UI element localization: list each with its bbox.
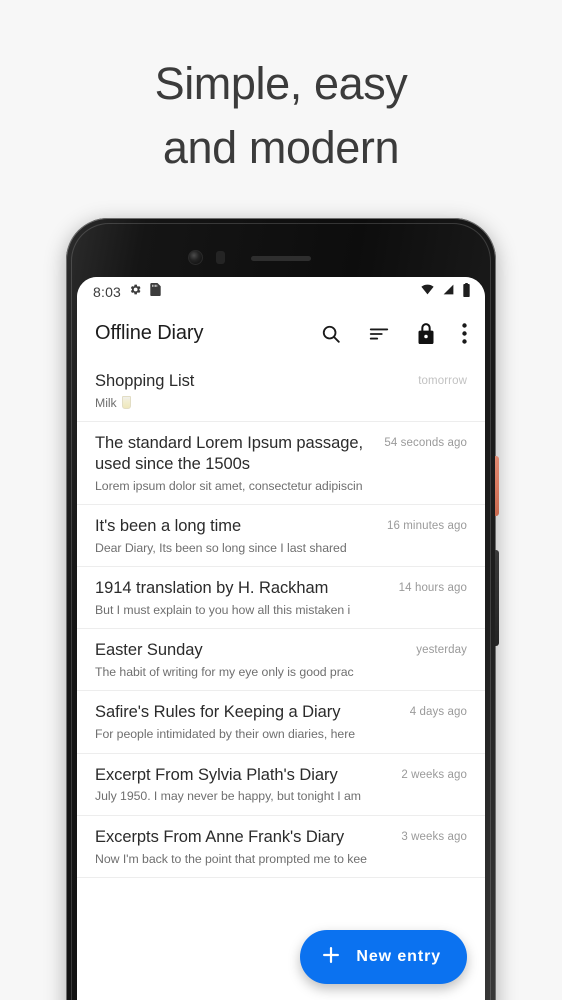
list-item[interactable]: The standard Lorem Ipsum passage, used s… [77, 422, 485, 506]
entry-timestamp: 14 hours ago [398, 582, 467, 595]
entry-timestamp: 16 minutes ago [386, 520, 467, 533]
glass-of-milk-icon [121, 395, 131, 409]
promo-headline: Simple, easy and modern [0, 52, 562, 180]
entry-header: Safire's Rules for Keeping a Diary 4 day… [95, 702, 467, 723]
entry-timestamp: 3 weeks ago [401, 830, 467, 843]
list-item[interactable]: Excerpts From Anne Frank's Diary 3 weeks… [77, 816, 485, 878]
entry-subtitle: But I must explain to you how all this m… [95, 602, 351, 617]
list-item[interactable]: It's been a long time 16 minutes ago Dea… [77, 505, 485, 568]
proximity-sensor-icon [216, 251, 225, 264]
list-item[interactable]: Safire's Rules for Keeping a Diary 4 day… [77, 691, 485, 754]
entry-subtitle: Lorem ipsum dolor sit amet, consectetur … [95, 478, 363, 493]
earpiece-speaker-icon [251, 256, 311, 261]
entry-header: Shopping List tomorrow [95, 371, 467, 392]
status-bar-right [420, 282, 471, 302]
entry-timestamp: 54 seconds ago [384, 437, 467, 450]
cellular-signal-icon [442, 283, 455, 301]
entry-subtitle: Now I'm back to the point that prompted … [95, 851, 367, 866]
entry-title: Excerpts From Anne Frank's Diary [95, 827, 345, 846]
entry-title: The standard Lorem Ipsum passage, used s… [95, 434, 363, 473]
entry-header: Excerpts From Anne Frank's Diary 3 weeks… [95, 827, 467, 848]
headline-line-2: and modern [162, 121, 400, 173]
entry-timestamp: 2 weeks ago [401, 768, 467, 781]
entry-subtitle-text: Milk [95, 395, 117, 410]
entry-subtitle: July 1950. I may never be happy, but ton… [95, 789, 361, 804]
list-item[interactable]: Excerpt From Sylvia Plath's Diary 2 week… [77, 754, 485, 816]
entry-title: 1914 translation by H. Rackham [95, 579, 329, 598]
list-item[interactable]: Shopping List tomorrow Milk [77, 360, 485, 423]
entry-title: Excerpt From Sylvia Plath's Diary [95, 765, 338, 784]
power-button[interactable] [495, 456, 499, 516]
list-item[interactable]: 1914 translation by H. Rackham 14 hours … [77, 567, 485, 630]
entry-title: Easter Sunday [95, 641, 203, 660]
entry-timestamp: yesterday [416, 644, 467, 657]
front-camera-icon [188, 250, 203, 265]
entry-header: Easter Sunday yesterday [95, 640, 467, 661]
app-bar-actions [320, 322, 467, 345]
page-title: Offline Diary [95, 322, 204, 344]
entry-header: 1914 translation by H. Rackham 14 hours … [95, 578, 467, 599]
headline-line-1: Simple, easy [154, 58, 408, 109]
overflow-menu-icon[interactable] [462, 323, 467, 344]
sort-icon[interactable] [368, 323, 390, 345]
sd-card-icon [150, 283, 161, 301]
gear-icon [129, 283, 142, 301]
entry-timestamp: 4 days ago [409, 706, 467, 719]
new-entry-label: New entry [356, 948, 441, 965]
new-entry-button[interactable]: New entry [300, 930, 467, 984]
battery-icon [462, 282, 471, 302]
phone-screen: 8:03 Offline Diary Shopping List tomorro… [77, 277, 485, 1000]
entry-subtitle: Milk [95, 395, 467, 411]
diary-entry-list: Shopping List tomorrow Milk The standard… [77, 360, 485, 878]
status-bar: 8:03 [77, 277, 485, 307]
plus-icon [320, 944, 342, 971]
entry-title: Shopping List [95, 372, 195, 390]
entry-header: It's been a long time 16 minutes ago [95, 516, 467, 537]
search-icon[interactable] [320, 323, 342, 345]
list-item[interactable]: Easter Sunday yesterday The habit of wri… [77, 629, 485, 692]
status-bar-left: 8:03 [93, 283, 161, 301]
entry-title: Safire's Rules for Keeping a Diary [95, 703, 341, 722]
status-bar-clock: 8:03 [93, 284, 122, 300]
lock-icon[interactable] [416, 322, 436, 345]
entry-timestamp: tomorrow [418, 375, 467, 387]
entry-subtitle: The habit of writing for my eye only is … [95, 665, 354, 680]
app-bar: Offline Diary [77, 307, 485, 360]
entry-subtitle: Dear Diary, Its been so long since I las… [95, 540, 347, 555]
phone-mockup: 8:03 Offline Diary Shopping List tomorro… [66, 218, 499, 1000]
entry-header: Excerpt From Sylvia Plath's Diary 2 week… [95, 765, 467, 786]
volume-rocker-button[interactable] [495, 550, 499, 646]
entry-header: The standard Lorem Ipsum passage, used s… [95, 433, 467, 475]
entry-subtitle: For people intimidated by their own diar… [95, 727, 356, 742]
wifi-icon [420, 283, 435, 301]
entry-title: It's been a long time [95, 517, 242, 536]
